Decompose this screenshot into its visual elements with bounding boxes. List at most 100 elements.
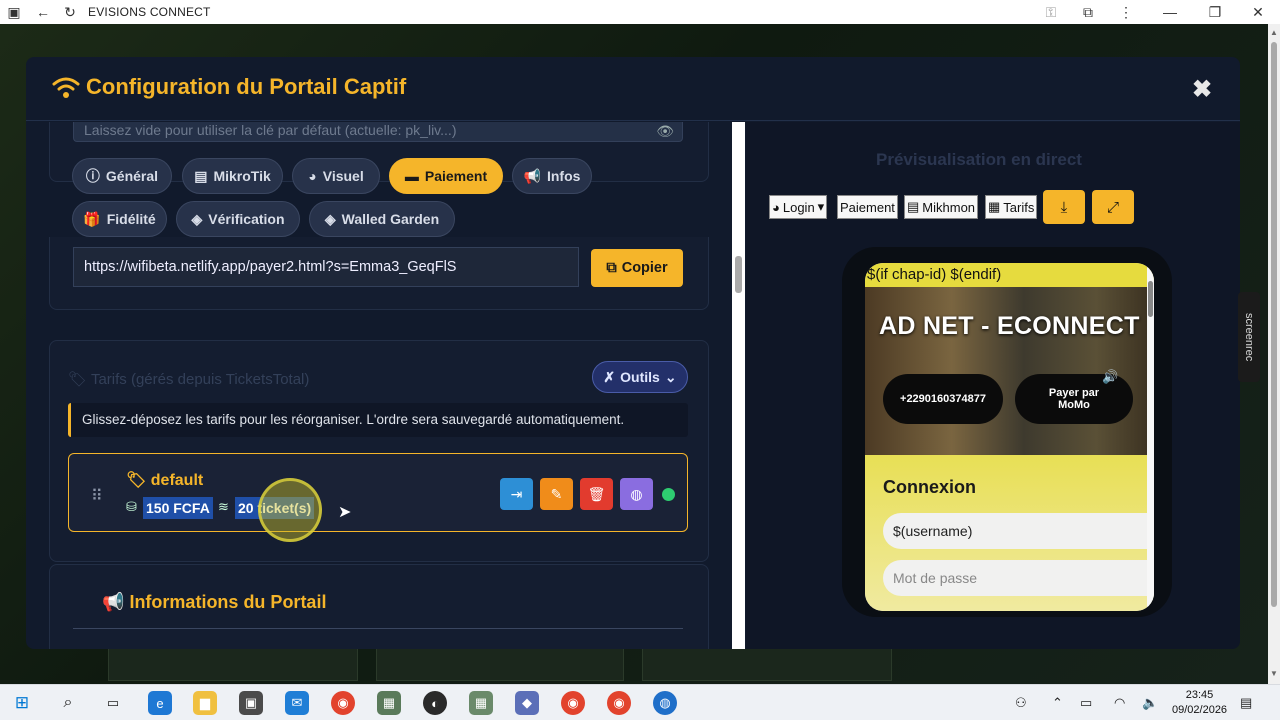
app-icon[interactable]: ◆ <box>515 691 539 715</box>
reload-icon[interactable]: ↻ <box>61 3 79 21</box>
close-icon[interactable]: ✖ <box>1192 75 1212 104</box>
chrome-icon[interactable]: ◉ <box>561 691 585 715</box>
battery-icon[interactable]: ▭ <box>1080 695 1092 711</box>
app-icon[interactable]: ◐ <box>423 691 447 715</box>
export-button[interactable]: ⇥ <box>500 478 533 510</box>
trash-icon: 🗑 <box>587 485 606 502</box>
download-button[interactable]: ⤓ <box>1043 190 1085 224</box>
preview-login-label: Login <box>782 199 815 215</box>
panel-scrollbar-thumb[interactable] <box>735 256 742 293</box>
panel-scrollbar[interactable] <box>732 122 745 649</box>
file-explorer-icon[interactable]: ▆ <box>193 691 217 715</box>
close-window-icon[interactable]: ✕ <box>1249 3 1267 21</box>
megaphone-icon: 📢 <box>523 167 541 184</box>
chevron-up-icon[interactable]: ⌃ <box>1052 695 1063 711</box>
store-icon[interactable]: ▣ <box>239 691 263 715</box>
tab-walled-garden[interactable]: ◈ Walled Garden <box>309 201 455 237</box>
tarif-item[interactable]: ⠿ 🏷 default ⛁ 150 FCFA ≋ 20 ticket(s) ⇥ … <box>68 453 688 532</box>
app-logo-icon: ▣ <box>7 3 21 20</box>
preview-mikhmon-button[interactable]: ▤ Mikhmon <box>904 195 979 219</box>
tab-label: MikroTik <box>213 168 271 184</box>
back-icon[interactable]: ← <box>34 3 52 21</box>
api-key-placeholder: Laissez vide pour utiliser la clé par dé… <box>84 122 457 138</box>
task-view-icon[interactable]: ▭ <box>101 691 125 715</box>
people-icon[interactable]: ⚇ <box>1015 695 1027 711</box>
file-export-icon: ⇥ <box>510 485 523 502</box>
tab-verification[interactable]: ◈ Vérification <box>176 201 300 237</box>
key-icon[interactable]: ⚿ <box>1042 3 1060 21</box>
copy-icon: ⧉ <box>606 260 617 276</box>
tools-icon: ✗ <box>603 368 616 385</box>
menu-icon[interactable]: ⋮ <box>1117 3 1135 21</box>
globe-icon: ◍ <box>630 485 643 502</box>
screenrec-badge[interactable]: screenrec <box>1238 292 1260 382</box>
preview-title: Prévisualisation en direct <box>876 150 1082 169</box>
tab-visuel[interactable]: ◕ Visuel <box>292 158 380 194</box>
browser-titlebar: ▣ ← ↻ EVISIONS CONNECT ⚿ ⧉ ⋮ — ❐ ✕ <box>0 0 1280 24</box>
app-icon[interactable]: ◍ <box>653 691 677 715</box>
tags-icon: 🏷 <box>68 371 88 388</box>
tag-icon: 🏷 <box>126 472 147 489</box>
edit-button[interactable]: ✎ <box>540 478 573 510</box>
mail-icon[interactable]: ✉ <box>285 691 309 715</box>
tools-label: Outils <box>620 369 660 385</box>
copy-button[interactable]: ⧉ Copier <box>591 249 683 287</box>
speaker-icon[interactable]: 🔊 <box>1102 369 1118 385</box>
windows-start-icon[interactable]: ⊞ <box>10 691 34 715</box>
tab-infos[interactable]: 📢 Infos <box>512 158 592 194</box>
volume-icon[interactable]: 🔈 <box>1142 695 1158 711</box>
tab-label: Général <box>105 168 159 184</box>
preview-payment-button[interactable]: Paiement <box>837 195 898 219</box>
phone-number-button[interactable]: +2290160374877 <box>883 374 1003 424</box>
modal-title: Configuration du Portail Captif <box>86 74 407 99</box>
portal-info-title-text: Informations du Portail <box>129 592 327 612</box>
mouse-pointer-icon: ➤ <box>338 504 352 521</box>
modal-header: Configuration du Portail Captif ✖ <box>26 57 1240 121</box>
minimize-icon[interactable]: — <box>1161 3 1179 21</box>
scroll-down-icon[interactable]: ▼ <box>1270 669 1278 678</box>
clock[interactable]: 23:45 09/02/2026 <box>1172 688 1227 718</box>
copy-label: Copier <box>621 260 668 276</box>
app-icon[interactable]: ▦ <box>377 691 401 715</box>
tools-dropdown-button[interactable]: ✗ Outils ⌄ <box>592 361 688 393</box>
server-icon: ▤ <box>907 199 920 214</box>
scrollbar-thumb[interactable] <box>1271 42 1277 607</box>
window-title: EVISIONS CONNECT <box>88 5 211 19</box>
eye-slash-icon[interactable]: 👁 <box>656 122 674 140</box>
chap-header: $(if chap-id) $(endif) <box>865 263 1154 287</box>
notifications-icon[interactable]: ▤ <box>1240 695 1252 711</box>
phone-scrollbar-thumb[interactable] <box>1148 281 1153 317</box>
preview-tarifs-button[interactable]: ▦ Tarifs <box>985 195 1038 219</box>
chrome-icon[interactable]: ◉ <box>607 691 631 715</box>
preview-mikhmon-label: Mikhmon <box>922 199 976 215</box>
extensions-icon[interactable]: ⧉ <box>1079 3 1097 21</box>
background-card <box>642 649 892 681</box>
payment-url-field[interactable]: https://wifibeta.netlify.app/payer2.html… <box>73 247 579 287</box>
delete-button[interactable]: 🗑 <box>580 478 613 510</box>
fullscreen-button[interactable]: ⤢ <box>1092 190 1134 224</box>
tab-mikrotik[interactable]: ▤ MikroTik <box>182 158 283 194</box>
edge-icon[interactable]: e <box>148 691 172 715</box>
scroll-up-icon[interactable]: ▲ <box>1270 28 1278 37</box>
tarifs-title: 🏷 Tarifs (gérés depuis TicketsTotal) <box>68 370 309 388</box>
tab-label: Visuel <box>322 168 364 184</box>
username-field[interactable]: $(username) <box>883 513 1154 549</box>
table-icon: ▦ <box>988 199 1001 214</box>
tab-general[interactable]: ⓘ Général <box>72 158 172 194</box>
web-button[interactable]: ◍ <box>620 478 653 510</box>
maximize-icon[interactable]: ❐ <box>1206 3 1224 21</box>
phone-scrollbar[interactable] <box>1147 263 1154 611</box>
layers-icon: ≋ <box>218 499 229 514</box>
page-scrollbar[interactable]: ▲ ▼ <box>1268 24 1280 684</box>
app-icon[interactable]: ▦ <box>469 691 493 715</box>
tab-label: Fidélité <box>106 211 156 227</box>
api-key-input[interactable]: Laissez vide pour utiliser la clé par dé… <box>73 122 683 142</box>
wifi-tray-icon[interactable]: ◠ <box>1114 695 1125 711</box>
chrome-icon[interactable]: ◉ <box>331 691 355 715</box>
tab-fidelite[interactable]: 🎁 Fidélité <box>72 201 167 237</box>
preview-login-select[interactable]: ◕ Login ▾ <box>769 195 828 219</box>
drag-handle-icon[interactable]: ⠿ <box>91 486 104 506</box>
tab-paiement[interactable]: ▬ Paiement <box>389 158 503 194</box>
password-field[interactable]: Mot de passe <box>883 560 1154 596</box>
search-icon[interactable]: ⌕ <box>56 691 80 715</box>
